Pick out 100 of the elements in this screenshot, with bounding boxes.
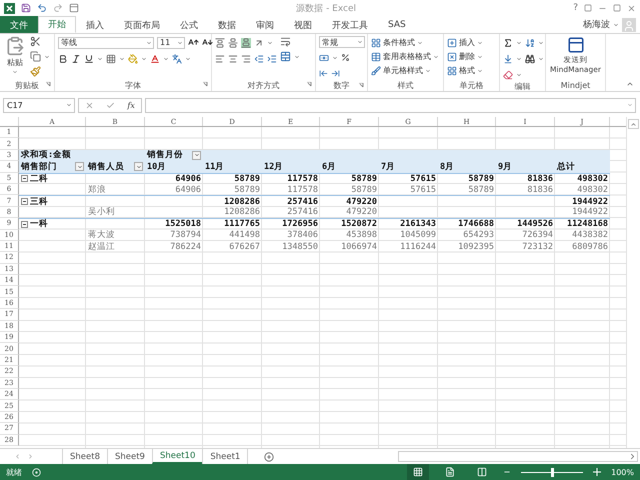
ribbon-menu-button[interactable]: 删除: [459, 51, 475, 62]
sheet-tab[interactable]: Sheet1: [202, 449, 248, 464]
currency-icon[interactable]: [319, 52, 329, 62]
dialog-launcher-icon[interactable]: [203, 82, 208, 87]
redo-icon[interactable]: [53, 3, 63, 13]
scissors-icon[interactable]: [30, 36, 41, 47]
user-name[interactable]: 杨海波: [583, 16, 613, 33]
percent-icon[interactable]: [341, 53, 350, 62]
font-size-field[interactable]: 11: [157, 36, 185, 48]
help-button[interactable]: ?: [573, 3, 578, 13]
align-top-icon[interactable]: [215, 38, 225, 48]
caret-icon[interactable]: [538, 56, 544, 62]
dialog-launcher-icon[interactable]: [359, 83, 364, 88]
excel-logo-icon[interactable]: [4, 2, 15, 14]
normal-view-icon[interactable]: [413, 467, 424, 477]
name-box[interactable]: C17: [3, 98, 75, 112]
caret-icon[interactable]: [177, 40, 183, 46]
shrink-font-icon[interactable]: [202, 37, 213, 48]
add-sheet-icon[interactable]: [264, 452, 274, 462]
caret-icon[interactable]: [516, 56, 522, 62]
grow-font-icon[interactable]: [188, 37, 199, 48]
caret-icon[interactable]: [44, 54, 50, 60]
border-icon[interactable]: [106, 54, 116, 64]
align-right-icon[interactable]: [241, 54, 251, 64]
ribbon-menu-button[interactable]: 条件格式: [383, 37, 415, 48]
enter-icon[interactable]: [106, 100, 116, 110]
indent-decrease-icon[interactable]: [254, 54, 264, 64]
align-middle-icon[interactable]: [228, 38, 238, 48]
italic-icon[interactable]: [71, 54, 81, 64]
caret-icon[interactable]: [613, 22, 619, 28]
decrease-decimal-icon[interactable]: [331, 69, 340, 78]
zoom-thumb[interactable]: [551, 468, 554, 476]
underline-icon[interactable]: [84, 54, 94, 64]
ribbon-tab[interactable]: 开始: [38, 16, 76, 33]
caret-icon[interactable]: [146, 40, 152, 46]
caret-icon[interactable]: [332, 54, 338, 60]
collapse-icon[interactable]: [21, 175, 28, 182]
sort-icon[interactable]: [525, 38, 535, 48]
formula-field[interactable]: [145, 98, 636, 112]
dialog-launcher-icon[interactable]: [307, 82, 312, 87]
ribbon-tab[interactable]: 文件: [0, 16, 38, 33]
close-icon[interactable]: [627, 4, 636, 12]
cancel-icon[interactable]: [85, 100, 94, 110]
caret-icon[interactable]: [119, 56, 125, 62]
caret-icon[interactable]: [516, 72, 522, 78]
ribbon-menu-button[interactable]: 插入: [459, 37, 475, 48]
number-format-field[interactable]: 常规: [319, 36, 365, 48]
font-color-icon[interactable]: [150, 54, 160, 64]
font-name-field[interactable]: 等线: [58, 36, 154, 48]
collapse-ribbon-icon[interactable]: [626, 80, 634, 88]
zoom-in-icon[interactable]: [593, 468, 602, 476]
maximize-icon[interactable]: [613, 4, 621, 12]
caret-icon[interactable]: [425, 68, 431, 74]
ribbon-menu-button[interactable]: 套用表格格式: [383, 51, 431, 62]
page-layout-view-icon[interactable]: [445, 467, 456, 477]
align-bottom-icon[interactable]: [241, 38, 251, 48]
dialog-launcher-icon[interactable]: [46, 82, 51, 87]
copy-icon[interactable]: [30, 51, 41, 62]
paintbrush-icon[interactable]: [30, 66, 41, 77]
caret-icon[interactable]: [477, 54, 483, 60]
caret-icon[interactable]: [357, 39, 363, 45]
indent-increase-icon[interactable]: [267, 54, 277, 64]
autosum-icon[interactable]: [503, 38, 513, 48]
paste-icon[interactable]: [5, 36, 25, 56]
insert-function-button[interactable]: fx: [127, 100, 135, 110]
save-icon[interactable]: [21, 3, 31, 13]
collapse-icon[interactable]: [21, 198, 28, 206]
caret-icon[interactable]: [97, 56, 103, 62]
wrap-text-icon[interactable]: [280, 36, 291, 47]
caret-icon[interactable]: [417, 40, 423, 46]
phonetic-icon[interactable]: [172, 54, 182, 64]
paste-button[interactable]: 粘贴: [7, 57, 23, 68]
ribbon-menu-button[interactable]: 单元格样式: [383, 65, 423, 76]
caret-icon[interactable]: [433, 54, 439, 60]
bold-icon[interactable]: [58, 54, 68, 64]
caret-icon[interactable]: [477, 40, 483, 46]
fill-down-icon[interactable]: [503, 54, 513, 64]
caret-icon[interactable]: [12, 69, 18, 75]
caret-icon[interactable]: [66, 102, 72, 108]
caret-icon[interactable]: [267, 40, 273, 46]
collapse-icon[interactable]: [21, 220, 28, 228]
page-break-view-icon[interactable]: [477, 467, 488, 477]
macro-record-icon[interactable]: [32, 468, 41, 476]
increase-decimal-icon[interactable]: [319, 69, 328, 78]
eraser-icon[interactable]: [503, 70, 513, 80]
horizontal-scrollbar[interactable]: [398, 451, 638, 462]
caret-icon[interactable]: [141, 56, 147, 62]
fill-color-icon[interactable]: [128, 54, 138, 64]
sheet-tab[interactable]: Sheet10: [152, 449, 202, 464]
caret-icon[interactable]: [294, 54, 300, 60]
align-center-icon[interactable]: [228, 54, 238, 64]
undo-icon[interactable]: [37, 3, 47, 13]
caret-icon[interactable]: [185, 56, 191, 62]
caret-icon[interactable]: [477, 68, 483, 74]
customize-toolbar-icon[interactable]: [69, 3, 79, 13]
caret-icon[interactable]: [163, 56, 169, 62]
orientation-icon[interactable]: [254, 38, 264, 48]
align-left-icon[interactable]: [215, 54, 225, 64]
caret-icon[interactable]: [516, 40, 522, 46]
ribbon-menu-button[interactable]: 格式: [459, 65, 475, 76]
